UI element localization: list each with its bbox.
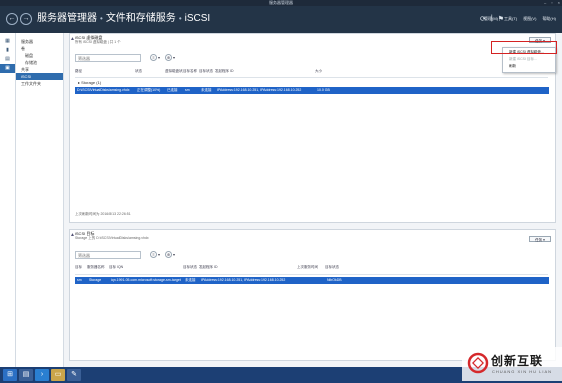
watermark-brand: 创新互联: [491, 354, 544, 368]
file-explorer-icon[interactable]: ▭: [51, 369, 65, 381]
chevron-down-icon[interactable]: ▾: [173, 55, 175, 60]
breadcrumb-separator: •: [178, 14, 182, 23]
breadcrumb-mid[interactable]: 文件和存储服务: [106, 13, 176, 24]
filter-options-icon[interactable]: ≡: [150, 54, 157, 61]
chuangxin-logo-icon: [467, 352, 489, 374]
cell-size: 10.0 GB: [317, 88, 330, 92]
cell-target-iqn: iqn.1991-05.com.microsoft:storage-sm-tar…: [111, 278, 181, 282]
iscsi-virtual-disks-panel: ▲ iSCSI 虚拟磁盘 所有 iSCSI 虚拟磁盘 | 共 1 个 任务 ▾ …: [69, 33, 556, 223]
storage-nav: 服务器 卷 磁盘 存储池 共享 iSCSI 工作文件夹: [16, 33, 64, 367]
column-header[interactable]: 目标 IQN: [109, 265, 183, 273]
menu-manage[interactable]: 管理(M): [484, 16, 498, 22]
tasks-button[interactable]: 任务 ▾: [529, 236, 551, 242]
table-row[interactable]: sm Storage iqn.1991-05.com.microsoft:sto…: [75, 277, 549, 284]
cell-target-status: 未连接: [201, 88, 212, 92]
nav-item-volumes[interactable]: 卷: [16, 45, 63, 52]
expand-options-icon[interactable]: ⊕: [165, 251, 172, 258]
column-header[interactable]: 上次服务时间: [297, 265, 325, 273]
table-header: 目标 服务器名称 目标 IQN 目标状态 发起程序 ID 上次服务时间 目标状态: [75, 265, 353, 273]
cell-status: 正在调整(10%): [137, 88, 161, 92]
nav-item-work-folders[interactable]: 工作文件夹: [16, 80, 63, 87]
cell-initiator-id: IPAddress:192.168.10.251, IPAddress:192.…: [217, 88, 302, 92]
cell-path: D:\iSCSIVirtualDisks\amsing.vhdx: [77, 88, 130, 92]
column-header[interactable]: 目标: [75, 265, 87, 273]
cell-target-name: sm: [185, 88, 190, 92]
panel-subtitle: 所有 iSCSI 虚拟磁盘 | 共 1 个: [75, 40, 121, 44]
watermark: 创新互联 CHUANG XIN HU LIAN: [462, 347, 562, 381]
file-storage-icon[interactable]: ▣: [0, 64, 15, 73]
column-header[interactable]: 状态: [135, 69, 165, 77]
last-refresh-text: 上次刷新时间为 2016/8/13 22:26:51: [75, 212, 131, 216]
chevron-down-icon[interactable]: ▾: [173, 252, 175, 257]
cell-target-status-2: NibOkDB: [327, 278, 342, 282]
breadcrumb-root[interactable]: 服务器管理器: [37, 13, 97, 24]
chevron-down-icon[interactable]: ▾: [158, 55, 160, 60]
table-row[interactable]: D:\iSCSIVirtualDisks\amsing.vhdx 正在调整(10…: [75, 87, 549, 94]
column-header[interactable]: 目标状态: [183, 265, 199, 273]
divider: [75, 77, 548, 78]
server-manager-icon[interactable]: ▤: [19, 369, 33, 381]
powershell-icon[interactable]: ›: [35, 369, 49, 381]
column-header[interactable]: 目标名称: [183, 69, 199, 77]
window-title: 服务器管理器: [269, 0, 293, 5]
menu-view[interactable]: 视图(V): [523, 16, 536, 22]
expand-options-icon[interactable]: ⊕: [165, 54, 172, 61]
header-menu: 管理(M) 工具(T) 视图(V) 帮助(H): [484, 16, 556, 22]
column-header[interactable]: 发起程序 ID: [215, 69, 315, 77]
breadcrumb-leaf: iSCSI: [184, 13, 211, 24]
menu-help[interactable]: 帮助(H): [542, 16, 556, 22]
all-servers-icon[interactable]: ▤: [0, 55, 15, 64]
nav-item-storage-pools[interactable]: 存储池: [16, 59, 63, 66]
back-arrow-icon[interactable]: ←: [6, 13, 18, 25]
nav-item-iscsi[interactable]: iSCSI: [16, 73, 63, 80]
breadcrumb: 服务器管理器 • 文件和存储服务 • iSCSI: [37, 13, 210, 25]
forward-arrow-icon[interactable]: →: [20, 13, 32, 25]
group-header[interactable]: ▸ Storage (1): [78, 80, 101, 85]
menu-item-refresh[interactable]: 刷新: [503, 63, 555, 70]
column-header[interactable]: 路径: [75, 69, 135, 77]
dashboard-icon[interactable]: ▦: [0, 37, 15, 46]
iscsi-targets-panel: ▲ iSCSI 目标 Storage 上的 D:\iSCSIVirtualDis…: [69, 229, 556, 361]
search-input[interactable]: 筛选器: [75, 251, 141, 259]
cell-vdisk-status: 已连接: [167, 88, 178, 92]
cell-target: sm: [77, 278, 82, 282]
column-header[interactable]: 目标状态: [199, 69, 215, 77]
column-header[interactable]: 虚拟磁盘状态: [165, 69, 183, 77]
menu-item-new-iscsi-target[interactable]: 新建 iSCSI 目标...: [503, 56, 555, 63]
menu-tools[interactable]: 工具(T): [504, 16, 517, 22]
nav-item-servers[interactable]: 服务器: [16, 38, 63, 45]
breadcrumb-separator: •: [100, 14, 103, 23]
cell-target-status: 未连接: [185, 278, 196, 282]
local-server-icon[interactable]: ▮: [0, 46, 15, 55]
pen-icon[interactable]: ✎: [67, 369, 81, 381]
panel-subtitle: Storage 上的 D:\iSCSIVirtualDisks\amsing.v…: [75, 236, 149, 240]
divider: [75, 274, 548, 275]
main-content: ▲ iSCSI 虚拟磁盘 所有 iSCSI 虚拟磁盘 | 共 1 个 任务 ▾ …: [64, 33, 562, 367]
watermark-brand-sub: CHUANG XIN HU LIAN: [492, 369, 553, 374]
filter-options-icon[interactable]: ≡: [150, 251, 157, 258]
column-header[interactable]: 大小: [315, 69, 345, 77]
nav-item-disks[interactable]: 磁盘: [16, 52, 63, 59]
cell-initiator-id: IPAddress:192.168.10.251, IPAddress:192.…: [201, 278, 286, 282]
column-header[interactable]: 发起程序 ID: [199, 265, 297, 273]
left-icon-bar: ▦ ▮ ▤ ▣: [0, 33, 16, 367]
table-header: 路径 状态 虚拟磁盘状态 目标名称 目标状态 发起程序 ID 大小: [75, 69, 345, 77]
chevron-down-icon[interactable]: ▾: [158, 252, 160, 257]
search-input[interactable]: 筛选器: [75, 54, 141, 62]
highlight-box: [491, 41, 557, 54]
app-header: ← → 服务器管理器 • 文件和存储服务 • iSCSI ⟳ | ⚑ 管理(M) 工具(…: [0, 6, 562, 33]
start-icon[interactable]: ⊞: [3, 369, 17, 381]
nav-item-shares[interactable]: 共享: [16, 66, 63, 73]
cell-last-service-time: [297, 277, 325, 284]
column-header[interactable]: 服务器名称: [87, 265, 109, 273]
cell-server-name: Storage: [89, 278, 102, 282]
column-header[interactable]: 目标状态: [325, 265, 353, 273]
group-label: Storage (1): [81, 80, 102, 85]
